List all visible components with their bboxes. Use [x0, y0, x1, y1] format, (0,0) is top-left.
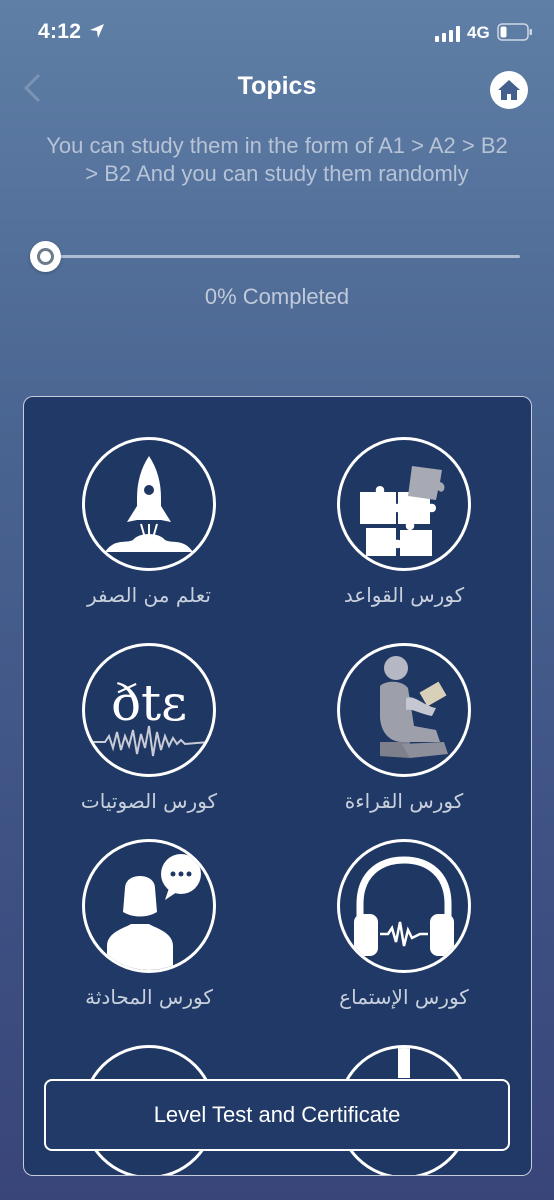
topics-card: تعلم من الصفر كورس القواعد ðtɛ كورس الصو… — [23, 396, 532, 1176]
topic-icon-circle — [82, 839, 216, 973]
network-type: 4G — [467, 23, 490, 42]
puzzle-icon — [360, 466, 445, 556]
progress-label: 0% Completed — [204, 284, 350, 309]
progress-track — [44, 255, 520, 258]
location-arrow-icon — [90, 24, 104, 38]
topic-conversation-course[interactable]: كورس المحادثة — [49, 839, 249, 1009]
phonetics-icon: ðtɛ — [89, 674, 210, 757]
rocket-icon — [105, 456, 193, 552]
headphones-icon — [354, 856, 454, 956]
topic-reading-course[interactable]: كورس القراءة — [304, 643, 504, 813]
topic-label: كورس القواعد — [343, 583, 465, 607]
status-time: 4:12 — [38, 20, 82, 43]
topic-icon-circle — [337, 643, 471, 777]
topic-label: تعلم من الصفر — [87, 583, 211, 607]
reading-person-icon — [380, 656, 448, 758]
topic-listening-course[interactable]: كورس الإستماع — [304, 839, 504, 1009]
home-button[interactable] — [490, 71, 528, 109]
svg-text:ðtɛ: ðtɛ — [111, 674, 187, 732]
home-icon — [498, 80, 520, 100]
battery-icon — [497, 23, 532, 41]
topic-learn-from-zero[interactable]: تعلم من الصفر — [49, 437, 249, 607]
topic-label: كورس المحادثة — [85, 985, 213, 1009]
topic-icon-circle — [337, 437, 471, 571]
progress-slider-knob[interactable] — [30, 241, 61, 272]
level-test-button[interactable]: Level Test and Certificate — [44, 1079, 510, 1151]
topic-label: كورس الإستماع — [339, 985, 469, 1009]
topic-icon-circle: ðtɛ — [82, 643, 216, 777]
page-title: Topics — [237, 72, 317, 100]
topic-icon-circle — [82, 437, 216, 571]
topic-label: كورس القراءة — [344, 789, 464, 813]
topic-label: كورس الصوتيات — [80, 789, 218, 813]
topic-phonetics-course[interactable]: ðtɛ كورس الصوتيات — [49, 643, 249, 813]
topic-icon-circle — [337, 839, 471, 973]
intro-text: You can study them in the form of A1 > A… — [46, 133, 508, 186]
cellular-signal-icon — [435, 26, 460, 42]
conversation-icon — [107, 854, 201, 970]
topic-grammar-course[interactable]: كورس القواعد — [304, 437, 504, 607]
status-bar: 4:12 4G — [0, 0, 554, 60]
